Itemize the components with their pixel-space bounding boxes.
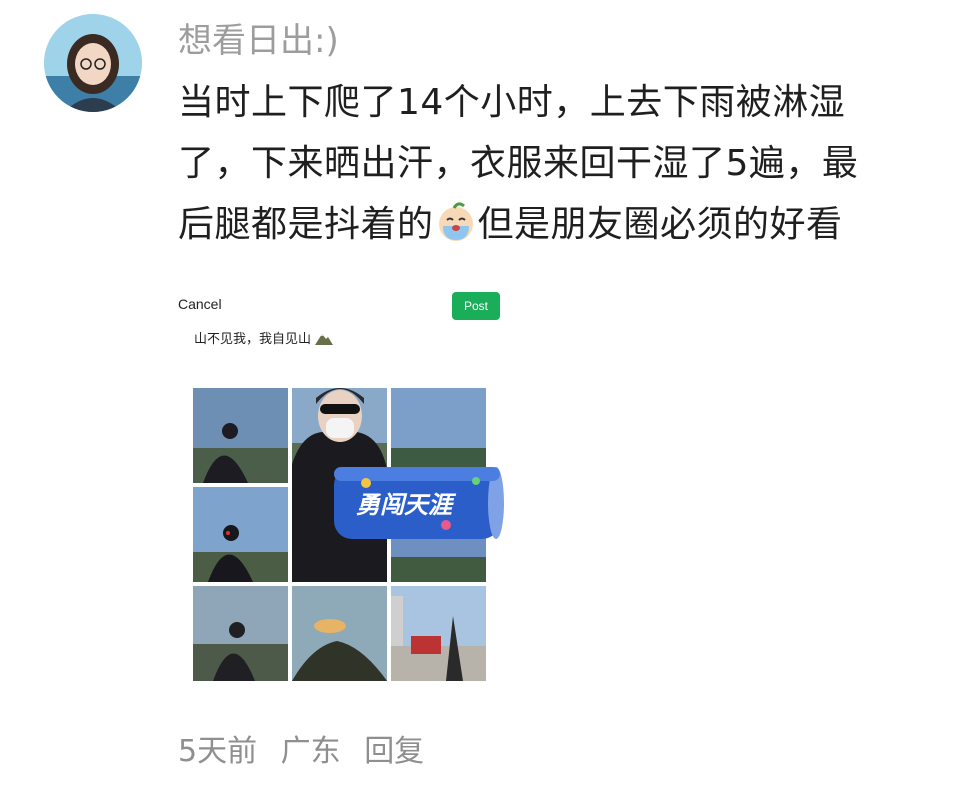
embedded-screenshot: Cancel Post 山不见我，我自见山 勇闯天涯 xyxy=(176,288,506,688)
comment-line: 当时上下爬了14个小时，上去下雨被淋湿 xyxy=(178,82,846,123)
beer-can: 勇闯天涯 xyxy=(326,463,506,543)
timestamp: 5天前 xyxy=(178,734,258,769)
photo-8[interactable] xyxy=(292,586,387,681)
post-button[interactable]: Post xyxy=(452,292,500,320)
location: 广东 xyxy=(280,734,341,769)
cancel-button[interactable]: Cancel xyxy=(178,296,222,312)
photo-9[interactable] xyxy=(391,586,486,681)
reply-button[interactable]: 回复 xyxy=(364,734,424,769)
photo-7[interactable] xyxy=(193,586,288,681)
crying-face-icon xyxy=(438,202,473,241)
comment-segment: 但是朋友圈必须的好看 xyxy=(477,204,843,245)
comment-footer: 5天前 广东 回复 xyxy=(178,726,438,778)
caption-text: 山不见我，我自见山 xyxy=(194,332,312,347)
photo-1[interactable] xyxy=(193,388,288,483)
post-caption: 山不见我，我自见山 xyxy=(194,328,334,347)
avatar[interactable] xyxy=(44,14,142,112)
comment-line: 了，下来晒出汗，衣服来回干湿了5遍，最 xyxy=(178,143,859,184)
can-label: 勇闯天涯 xyxy=(356,491,457,519)
username[interactable]: 想看日出:) xyxy=(178,16,339,66)
comment-text: 当时上下爬了14个小时，上去下雨被淋湿 了，下来晒出汗，衣服来回干湿了5遍，最 … xyxy=(178,72,938,255)
photo-4[interactable] xyxy=(193,487,288,582)
comment-segment: 后腿都是抖着的 xyxy=(178,204,434,245)
comment-line: 后腿都是抖着的 但是朋友圈必须的好看 xyxy=(178,194,938,255)
mountain-icon xyxy=(315,334,334,345)
